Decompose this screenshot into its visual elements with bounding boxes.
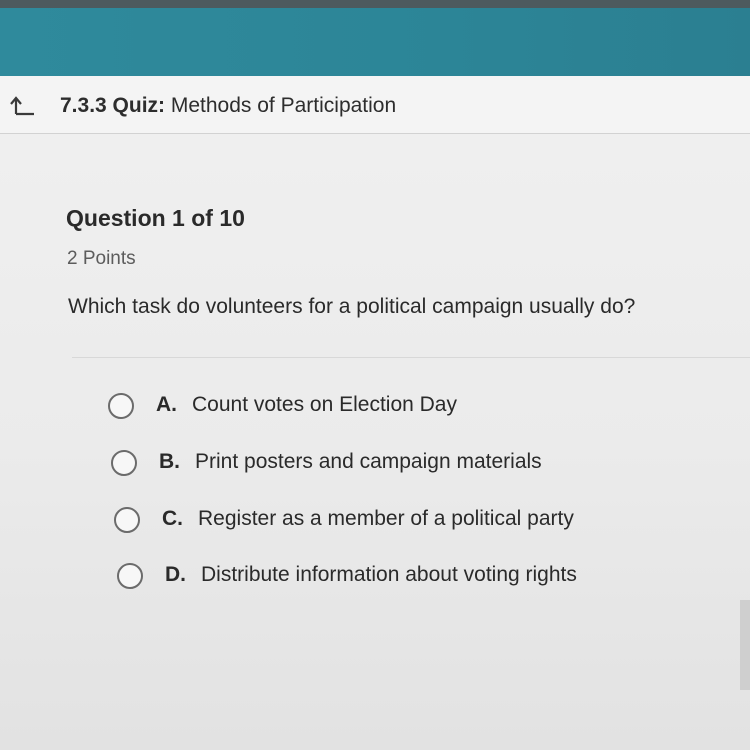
- option-d[interactable]: D. Distribute information about voting r…: [117, 560, 737, 600]
- return-up-arrow-icon[interactable]: [8, 94, 36, 118]
- radio-button-icon[interactable]: [111, 450, 137, 476]
- option-b[interactable]: B. Print posters and campaign materials: [111, 447, 731, 487]
- app-header-band: [0, 8, 750, 76]
- quiz-title-bar: 7.3.3 Quiz: Methods of Participation: [0, 76, 750, 134]
- radio-button-icon[interactable]: [114, 507, 140, 533]
- radio-button-icon[interactable]: [108, 393, 134, 419]
- quiz-number: 7.3.3 Quiz:: [60, 94, 166, 117]
- option-a[interactable]: A. Count votes on Election Day: [108, 390, 728, 430]
- question-counter: Question 1 of 10: [66, 205, 245, 231]
- option-letter: C.: [162, 507, 183, 530]
- option-c[interactable]: C. Register as a member of a political p…: [114, 504, 734, 544]
- divider: [72, 357, 750, 358]
- quiz-page: 7.3.3 Quiz: Methods of Participation Que…: [0, 0, 750, 750]
- window-top-strip: [0, 0, 750, 8]
- option-label: Print posters and campaign materials: [195, 450, 542, 473]
- option-label: Register as a member of a political part…: [198, 507, 574, 530]
- option-letter: D.: [165, 563, 186, 586]
- option-label: Distribute information about voting righ…: [201, 563, 577, 586]
- quiz-name: Methods of Participation: [170, 94, 397, 117]
- option-label: Count votes on Election Day: [192, 393, 457, 416]
- question-panel: Question 1 of 10 2 Points Which task do …: [0, 135, 750, 750]
- question-prompt: Which task do volunteers for a political…: [68, 295, 636, 318]
- question-points: 2 Points: [67, 248, 136, 269]
- option-letter: B.: [159, 450, 180, 473]
- quiz-title: 7.3.3 Quiz: Methods of Participation: [60, 94, 396, 118]
- option-letter: A.: [156, 393, 177, 416]
- radio-button-icon[interactable]: [117, 563, 143, 589]
- screen-edge-shadow: [740, 600, 750, 690]
